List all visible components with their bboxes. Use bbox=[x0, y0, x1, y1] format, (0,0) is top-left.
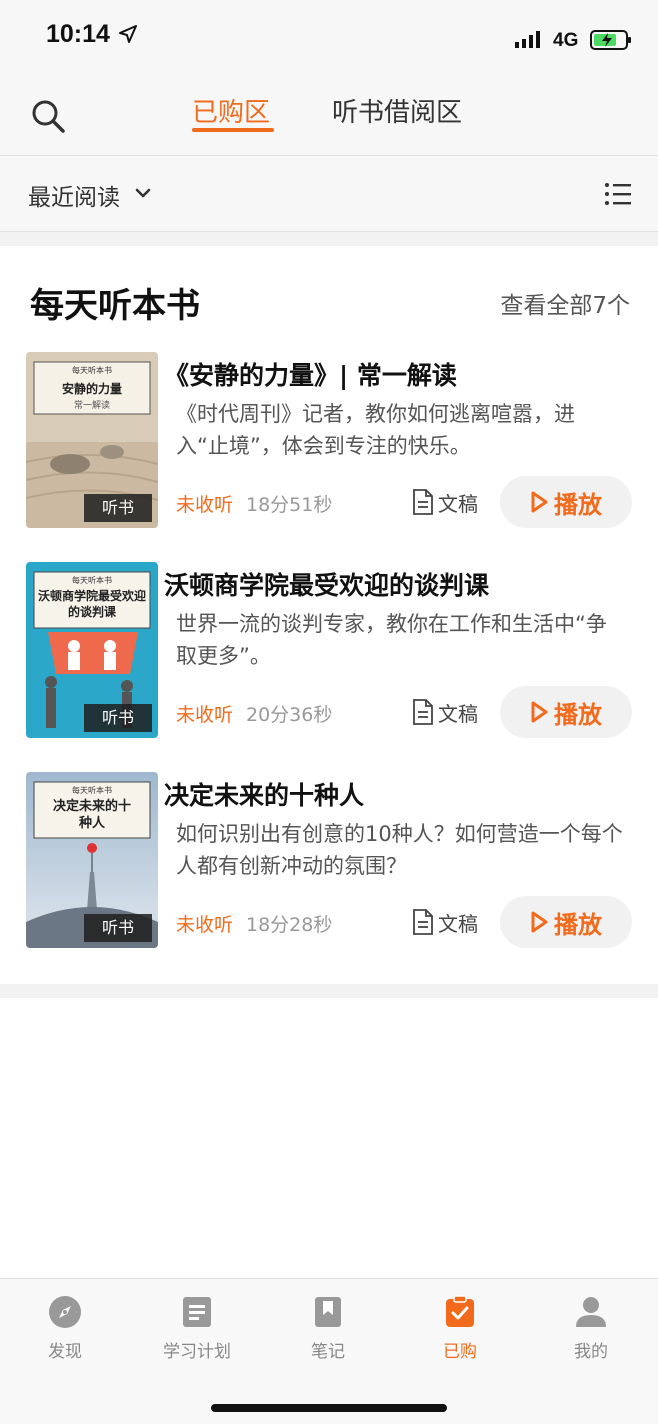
cover-title: 安静的力量 bbox=[61, 382, 122, 396]
play-icon bbox=[531, 911, 548, 933]
transcript-label: 文稿 bbox=[438, 701, 478, 726]
section-divider bbox=[0, 232, 658, 246]
purchased-check-icon bbox=[446, 1295, 474, 1327]
search-icon[interactable] bbox=[30, 98, 66, 134]
tab-label: 笔记 bbox=[311, 1342, 345, 1362]
tab-label: 我的 bbox=[574, 1342, 608, 1362]
view-all-link[interactable]: 查看全部7个 bbox=[500, 286, 630, 320]
home-indicator bbox=[211, 1404, 447, 1412]
play-button[interactable]: 播放 bbox=[500, 686, 632, 738]
tab-label: 学习计划 bbox=[163, 1342, 231, 1362]
cover-title: 沃顿商学院最受欢迎的谈判课 bbox=[38, 589, 147, 619]
book-cover[interactable]: 每天听本书 安静的力量 常一解读 听书 bbox=[26, 352, 158, 528]
book-description: 世界一流的谈判专家，教你在工作和生活中“争取更多”。 bbox=[176, 612, 607, 668]
chevron-down-icon[interactable] bbox=[134, 184, 152, 202]
section-divider bbox=[0, 984, 658, 998]
cover-series: 每天听本书 bbox=[72, 366, 112, 375]
book-title[interactable]: 《安静的力量》| 常一解读 bbox=[164, 356, 457, 392]
listen-status: 未收听 bbox=[176, 914, 234, 936]
book-item[interactable]: 每天听本书 沃顿商学院最受欢迎的谈判课 听书 沃顿商学院最受欢迎的谈判课 世界一… bbox=[0, 562, 658, 742]
duration: 18分28秒 bbox=[246, 914, 333, 936]
status-bar: 10:14 4G bbox=[0, 0, 658, 70]
book-item[interactable]: 每天听本书 决定未来的十种人 听书 决定未来的十种人 如何识别出有创意的10种人… bbox=[0, 772, 658, 952]
sort-dropdown[interactable]: 最近阅读 bbox=[28, 178, 120, 212]
transcript-button[interactable]: 文稿 bbox=[412, 488, 478, 516]
status-time: 10:14 bbox=[46, 20, 110, 48]
tab-label: 发现 bbox=[48, 1342, 82, 1362]
book-description: 如何识别出有创意的10种人？如何营造一个每个人都有创新冲动的氛围？ bbox=[176, 822, 623, 878]
duration: 18分51秒 bbox=[246, 494, 333, 516]
profile-icon bbox=[576, 1297, 606, 1327]
book-title[interactable]: 决定未来的十种人 bbox=[164, 776, 364, 812]
tab-label: 已购 bbox=[443, 1342, 477, 1362]
book-cover[interactable]: 每天听本书 决定未来的十种人 听书 bbox=[26, 772, 158, 948]
tab-profile[interactable]: 我的 bbox=[541, 1295, 641, 1362]
duration: 20分36秒 bbox=[246, 704, 333, 726]
book-cover[interactable]: 每天听本书 沃顿商学院最受欢迎的谈判课 听书 bbox=[26, 562, 158, 738]
play-icon bbox=[531, 701, 548, 723]
listen-status: 未收听 bbox=[176, 494, 234, 516]
listen-status: 未收听 bbox=[176, 704, 234, 726]
cover-series: 每天听本书 bbox=[72, 786, 112, 795]
document-icon bbox=[413, 699, 433, 725]
tab-study-plan[interactable]: 学习计划 bbox=[147, 1295, 247, 1362]
filter-bar: 最近阅读 bbox=[0, 156, 658, 232]
active-tab-indicator bbox=[192, 128, 274, 132]
listen-badge: 听书 bbox=[84, 704, 152, 732]
cover-series: 每天听本书 bbox=[72, 576, 112, 585]
book-item[interactable]: 每天听本书 安静的力量 常一解读 听书 《安静的力量》| 常一解读 《时代周刊》… bbox=[0, 352, 658, 532]
listen-badge: 听书 bbox=[84, 914, 152, 942]
list-view-icon[interactable] bbox=[604, 180, 632, 208]
play-button[interactable]: 播放 bbox=[500, 896, 632, 948]
play-button[interactable]: 播放 bbox=[500, 476, 632, 528]
bottom-tab-bar: 发现 学习计划 笔记 已购 我的 bbox=[0, 1278, 658, 1424]
tab-purchased-nav[interactable]: 已购 bbox=[410, 1295, 510, 1362]
bookmark-icon bbox=[315, 1297, 341, 1327]
play-label: 播放 bbox=[554, 700, 602, 729]
play-label: 播放 bbox=[554, 490, 602, 519]
document-icon bbox=[413, 489, 433, 515]
network-type: 4G bbox=[553, 30, 579, 51]
book-title[interactable]: 沃顿商学院最受欢迎的谈判课 bbox=[164, 566, 489, 602]
transcript-label: 文稿 bbox=[438, 491, 478, 516]
transcript-button[interactable]: 文稿 bbox=[412, 908, 478, 936]
cover-author: 常一解读 bbox=[73, 401, 110, 411]
plan-icon bbox=[183, 1297, 211, 1327]
document-icon bbox=[413, 909, 433, 935]
cover-title: 决定未来的十种人 bbox=[52, 799, 131, 831]
tab-notes[interactable]: 笔记 bbox=[278, 1295, 378, 1362]
tab-borrow[interactable]: 听书借阅区 bbox=[332, 92, 462, 129]
compass-icon bbox=[49, 1296, 81, 1328]
section-title: 每天听本书 bbox=[30, 286, 200, 326]
location-arrow-icon bbox=[119, 25, 137, 43]
signal-icon bbox=[515, 31, 540, 48]
tab-purchased[interactable]: 已购区 bbox=[192, 92, 270, 129]
listen-badge: 听书 bbox=[84, 494, 152, 522]
transcript-button[interactable]: 文稿 bbox=[412, 698, 478, 726]
play-icon bbox=[531, 491, 548, 513]
tab-discover[interactable]: 发现 bbox=[15, 1295, 115, 1362]
transcript-label: 文稿 bbox=[438, 911, 478, 936]
book-description: 《时代周刊》记者，教你如何逃离喧嚣，进入“止境”，体会到专注的快乐。 bbox=[176, 402, 575, 458]
battery-charging-icon bbox=[590, 30, 631, 50]
play-label: 播放 bbox=[554, 910, 602, 939]
top-navigation: 已购区 听书借阅区 bbox=[0, 70, 658, 156]
